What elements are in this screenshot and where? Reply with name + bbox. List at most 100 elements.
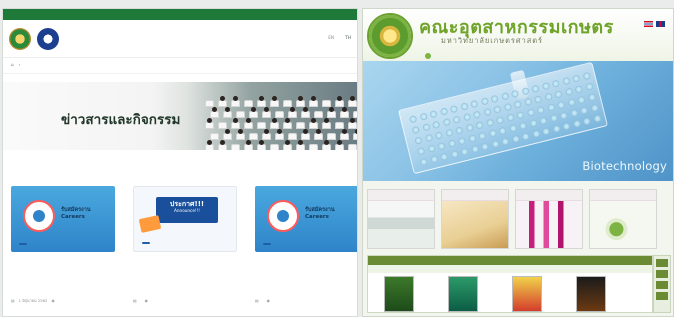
chair bbox=[348, 100, 357, 107]
hero-banner: ข่าวสารและกิจกรรม bbox=[3, 82, 357, 150]
plate-well bbox=[482, 107, 492, 117]
plate-well bbox=[480, 142, 490, 151]
student bbox=[311, 118, 316, 123]
card-title[interactable] bbox=[255, 257, 357, 275]
student bbox=[298, 140, 303, 145]
tile-academic-services[interactable] bbox=[589, 189, 657, 249]
plate-well bbox=[531, 129, 541, 139]
tile-admissions[interactable] bbox=[367, 189, 435, 249]
news-thumbnail[interactable] bbox=[448, 276, 478, 312]
language-switcher[interactable] bbox=[641, 21, 665, 27]
faculty-logo[interactable] bbox=[37, 27, 59, 50]
plate-well bbox=[526, 108, 535, 117]
plate-well bbox=[498, 126, 507, 136]
student bbox=[246, 118, 251, 123]
chair bbox=[353, 133, 357, 140]
tile-education[interactable] bbox=[441, 189, 509, 249]
chair bbox=[296, 100, 305, 107]
chair bbox=[348, 144, 357, 150]
category-badge bbox=[142, 242, 150, 244]
chair bbox=[270, 144, 279, 150]
tile-research[interactable] bbox=[515, 189, 583, 249]
plate-well bbox=[592, 114, 602, 124]
card-excerpt bbox=[11, 278, 115, 293]
card-excerpt bbox=[255, 278, 357, 293]
chair bbox=[314, 111, 323, 118]
plate-well bbox=[457, 136, 467, 146]
card-title[interactable] bbox=[11, 257, 115, 275]
news-card[interactable]: รับสมัครงาน Careers ▤ ◉ bbox=[255, 186, 357, 304]
plate-well bbox=[454, 126, 464, 135]
news-card[interactable]: ประกาศ!!! Announce!!! ▤ ◉ bbox=[133, 186, 237, 304]
plate-well bbox=[459, 102, 469, 111]
lang-en-link[interactable]: EN bbox=[328, 36, 334, 41]
megaphone-icon bbox=[138, 215, 162, 233]
plate-well bbox=[480, 97, 489, 106]
chair bbox=[322, 122, 331, 129]
plate-well bbox=[465, 123, 474, 133]
plate-well bbox=[513, 100, 522, 109]
university-name: มหาวิทยาลัยเกษตรศาสตร์ bbox=[441, 36, 544, 45]
plate-well bbox=[582, 71, 591, 81]
thai-flag-icon[interactable] bbox=[644, 21, 653, 27]
chair bbox=[327, 111, 336, 118]
tile-photo bbox=[516, 201, 582, 248]
plate-well bbox=[437, 141, 446, 151]
card-title[interactable] bbox=[133, 257, 237, 275]
news-card[interactable]: รับสมัครงาน Careers ▤ 1 มิถุนายน 2562 ◉ bbox=[11, 186, 115, 304]
student bbox=[220, 140, 225, 145]
chair bbox=[309, 144, 318, 150]
thumb-subtitle: Announce!!! bbox=[174, 208, 200, 213]
english-flag-icon[interactable] bbox=[656, 21, 665, 27]
side-banner[interactable] bbox=[656, 270, 668, 278]
student bbox=[264, 107, 269, 112]
chair bbox=[340, 111, 349, 118]
faculty-seal-logo[interactable] bbox=[367, 13, 413, 59]
side-banner[interactable] bbox=[656, 281, 668, 289]
news-tabs bbox=[368, 265, 652, 273]
chair bbox=[353, 111, 357, 118]
side-banner[interactable] bbox=[656, 292, 668, 300]
student bbox=[303, 129, 308, 134]
plate-well bbox=[564, 87, 573, 97]
plate-well bbox=[450, 150, 459, 159]
eye-icon: ◉ bbox=[266, 298, 270, 303]
chair bbox=[249, 133, 258, 140]
plate-well bbox=[460, 147, 469, 157]
side-banner[interactable] bbox=[656, 259, 668, 267]
university-logo[interactable] bbox=[9, 27, 31, 50]
quick-link-tiles bbox=[363, 181, 673, 249]
plate-well bbox=[536, 105, 545, 115]
student bbox=[277, 129, 282, 134]
card-thumbnail[interactable]: ประกาศ!!! Announce!!! bbox=[133, 186, 237, 252]
chair bbox=[288, 111, 297, 118]
plate-well bbox=[571, 74, 581, 83]
top-utility-bar bbox=[3, 9, 357, 20]
news-thumbnail[interactable] bbox=[576, 276, 606, 312]
chair bbox=[210, 133, 219, 140]
plate-well bbox=[490, 139, 500, 149]
lang-th-link[interactable]: TH bbox=[345, 36, 351, 41]
news-heading bbox=[368, 256, 652, 265]
chair bbox=[231, 100, 240, 107]
chair bbox=[296, 122, 305, 129]
student bbox=[342, 129, 347, 134]
card-thumbnail[interactable]: รับสมัครงาน Careers bbox=[11, 186, 115, 252]
chair bbox=[257, 122, 266, 129]
card-thumbnail[interactable]: รับสมัครงาน Careers bbox=[255, 186, 357, 252]
breadcrumb-separator-icon: › bbox=[18, 63, 21, 68]
thumb-subtitle: Careers bbox=[305, 214, 329, 220]
home-icon[interactable]: ⌂ bbox=[11, 63, 14, 68]
plate-well bbox=[421, 123, 431, 132]
plate-well bbox=[572, 119, 581, 129]
student bbox=[337, 140, 342, 145]
plate-well bbox=[500, 92, 510, 101]
plate-well bbox=[427, 144, 436, 153]
news-thumbnail[interactable] bbox=[384, 276, 414, 312]
student bbox=[350, 96, 355, 101]
chair bbox=[231, 122, 240, 129]
student bbox=[220, 96, 225, 101]
plate-well bbox=[508, 124, 518, 133]
news-thumbnail[interactable] bbox=[512, 276, 542, 312]
home-icon[interactable] bbox=[425, 53, 431, 59]
